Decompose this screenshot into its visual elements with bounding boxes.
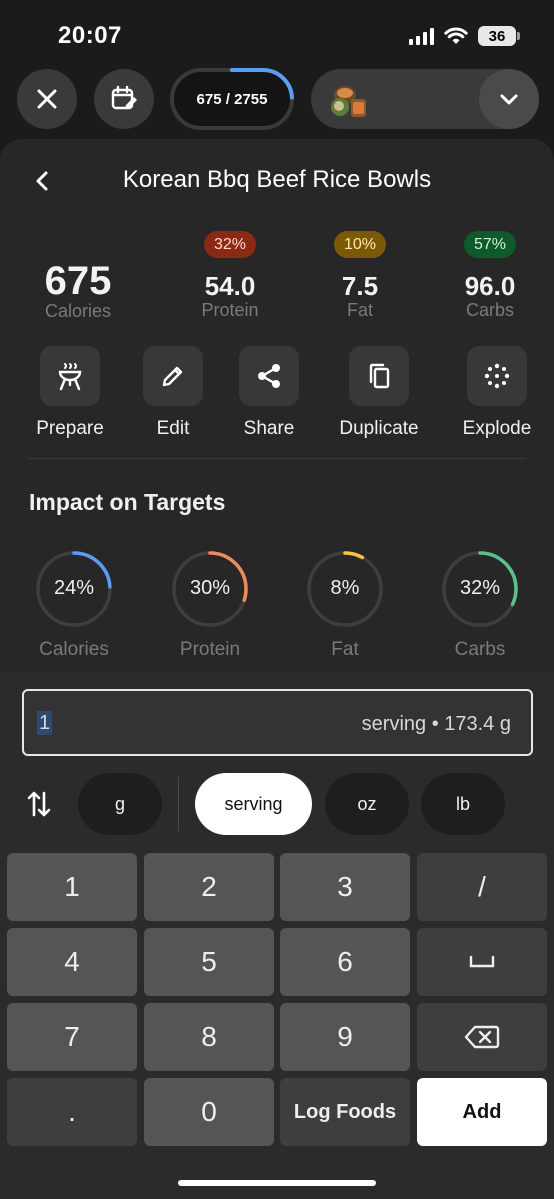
- quantity-value[interactable]: 1: [37, 711, 53, 735]
- log-foods-button[interactable]: Log Foods: [280, 1078, 410, 1146]
- impact-title: Impact on Targets: [29, 489, 226, 515]
- key-1[interactable]: 1: [7, 853, 137, 921]
- key-3[interactable]: 3: [280, 853, 410, 921]
- expand-button[interactable]: [479, 69, 539, 129]
- fat-label: Fat: [346, 300, 373, 320]
- meal-detail-sheet: Korean Bbq Beef Rice Bowls 675 Calories …: [0, 139, 554, 671]
- carbs-ring: 32% Carbs: [430, 549, 530, 661]
- prepare-label: Prepare: [36, 418, 104, 439]
- close-icon: [37, 89, 57, 109]
- share-button[interactable]: Share: [219, 346, 319, 440]
- food-selector[interactable]: [311, 69, 539, 129]
- duplicate-label: Duplicate: [339, 418, 419, 439]
- protein-value: 54.0: [204, 271, 256, 301]
- backspace-icon: [464, 1025, 500, 1049]
- calories-value: 675: [44, 259, 112, 303]
- calories-ring-label: Calories: [39, 639, 109, 660]
- key-slash[interactable]: /: [417, 853, 547, 921]
- carbs-ring-label: Carbs: [454, 639, 506, 660]
- add-button[interactable]: Add: [417, 1078, 547, 1146]
- explode-button[interactable]: Explode: [447, 346, 547, 440]
- chevron-down-icon: [500, 94, 518, 105]
- duplicate-button[interactable]: Duplicate: [329, 346, 429, 440]
- protein-ring-label: Protein: [179, 639, 241, 660]
- edit-label: Edit: [156, 418, 190, 439]
- unit-selector: g serving oz lb: [0, 771, 554, 837]
- edit-box[interactable]: [143, 346, 203, 406]
- fat-ring-label: Fat: [331, 639, 359, 660]
- fat-ring: 8% Fat: [295, 549, 395, 661]
- carbs-value: 96.0: [464, 271, 516, 301]
- key-4[interactable]: 4: [7, 928, 137, 996]
- quantity-unit: serving • 173.4 g: [361, 713, 511, 735]
- key-8[interactable]: 8: [144, 1003, 274, 1071]
- key-0[interactable]: 0: [144, 1078, 274, 1146]
- unit-separator: [178, 777, 179, 831]
- meal-title: Korean Bbq Beef Rice Bowls: [122, 166, 432, 193]
- protein-summary: 32% 54.0 Protein: [180, 231, 280, 320]
- wifi-icon: [444, 27, 468, 44]
- key-space[interactable]: [417, 928, 547, 996]
- calendar-edit-icon: [111, 85, 137, 110]
- key-2[interactable]: 2: [144, 853, 274, 921]
- battery-icon: 36: [478, 26, 520, 46]
- quantity-input[interactable]: 1 serving • 173.4 g: [22, 689, 533, 756]
- progress-arc-fill: [170, 68, 294, 130]
- cellular-signal-icon: [409, 27, 434, 45]
- unit-serving[interactable]: serving: [195, 773, 312, 835]
- grill-icon: [58, 363, 82, 391]
- unit-oz[interactable]: oz: [325, 773, 409, 835]
- share-icon: [258, 364, 280, 388]
- fat-value: 7.5: [341, 271, 379, 301]
- carbs-ring-pct: 32%: [459, 577, 501, 599]
- top-toolbar: 675 / 2755: [0, 66, 554, 136]
- status-time: 20:07: [58, 22, 122, 49]
- back-button[interactable]: [30, 167, 54, 195]
- calories-ring: 24% Calories: [24, 549, 124, 661]
- home-indicator: [178, 1180, 376, 1186]
- calorie-progress-arc: [170, 68, 294, 130]
- protein-ring-pct: 30%: [189, 577, 231, 599]
- protein-badge: 32%: [203, 231, 257, 258]
- space-icon: [469, 955, 495, 968]
- quantity-keyboard: 1 serving • 173.4 g g serving oz lb 1 2 …: [0, 671, 554, 1199]
- calories-ring-pct: 24%: [53, 577, 95, 599]
- carbs-label: Carbs: [465, 300, 514, 320]
- fat-badge: 10%: [333, 231, 387, 258]
- fat-summary: 10% 7.5 Fat: [310, 231, 410, 320]
- explode-box[interactable]: [467, 346, 527, 406]
- status-icons: 36: [409, 26, 520, 46]
- carbs-summary: 57% 96.0 Carbs: [440, 231, 540, 320]
- pencil-icon: [162, 366, 183, 387]
- key-9[interactable]: 9: [280, 1003, 410, 1071]
- key-7[interactable]: 7: [7, 1003, 137, 1071]
- duplicate-box[interactable]: [349, 346, 409, 406]
- copy-icon: [369, 363, 390, 389]
- protein-ring: 30% Protein: [160, 549, 260, 661]
- close-button[interactable]: [17, 69, 77, 129]
- share-box[interactable]: [239, 346, 299, 406]
- fat-ring-pct: 8%: [330, 577, 360, 599]
- share-label: Share: [243, 418, 295, 439]
- swap-vertical-icon[interactable]: [25, 789, 53, 819]
- edit-button[interactable]: Edit: [123, 346, 223, 440]
- explode-icon: [484, 363, 510, 389]
- calories-label: Calories: [44, 301, 112, 321]
- prepare-box[interactable]: [40, 346, 100, 406]
- protein-label: Protein: [201, 300, 259, 320]
- carbs-badge: 57%: [463, 231, 517, 258]
- key-6[interactable]: 6: [280, 928, 410, 996]
- key-backspace[interactable]: [417, 1003, 547, 1071]
- calories-summary: 675 Calories: [28, 261, 128, 321]
- unit-lb[interactable]: lb: [421, 773, 505, 835]
- key-5[interactable]: 5: [144, 928, 274, 996]
- divider: [28, 458, 526, 459]
- key-dot[interactable]: .: [7, 1078, 137, 1146]
- food-thumbnail-icon: [331, 86, 366, 117]
- prepare-button[interactable]: Prepare: [20, 346, 120, 440]
- status-bar: 20:07 36: [0, 0, 554, 66]
- unit-g[interactable]: g: [78, 773, 162, 835]
- explode-label: Explode: [462, 418, 532, 439]
- calendar-button[interactable]: [94, 69, 154, 129]
